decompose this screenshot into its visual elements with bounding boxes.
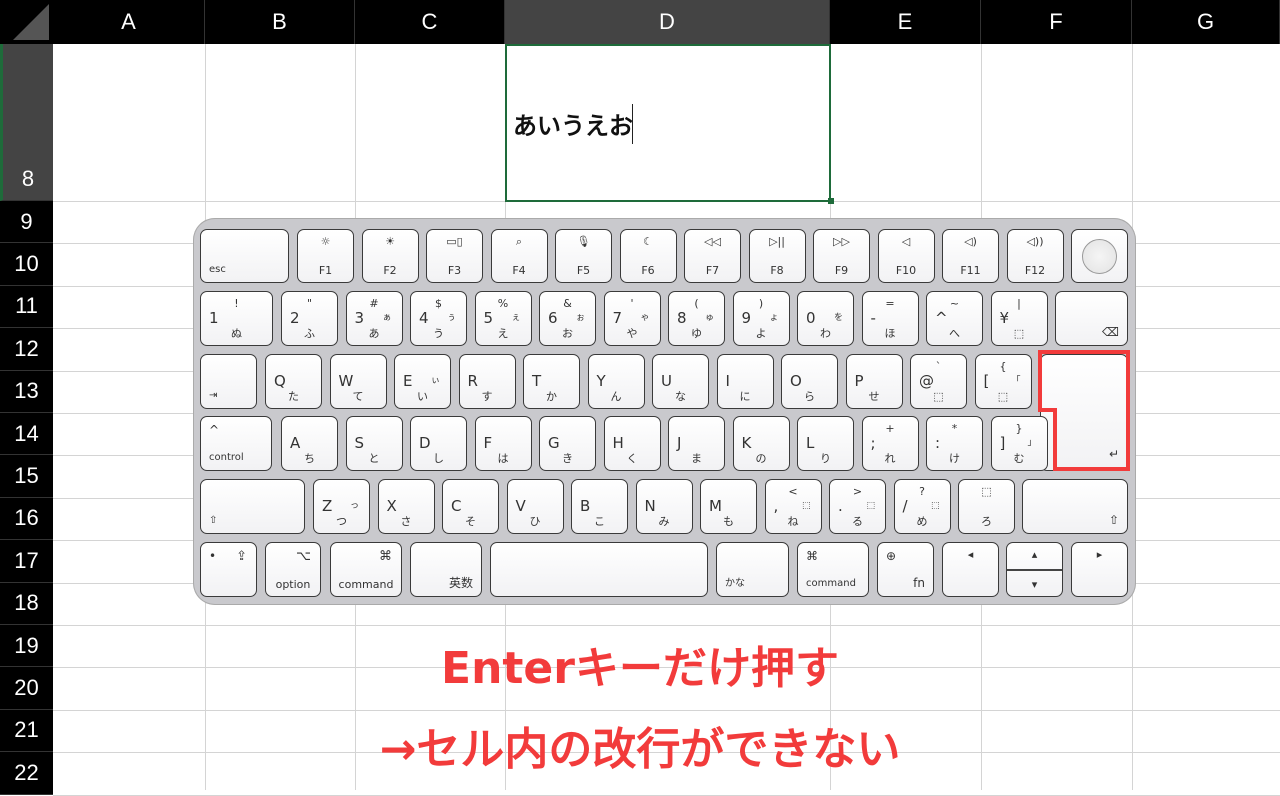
caption-line1: Enterキーだけ押す [441, 643, 839, 694]
caption-line2: →セル内の改行ができない [379, 724, 901, 775]
gridline [53, 794, 1280, 796]
